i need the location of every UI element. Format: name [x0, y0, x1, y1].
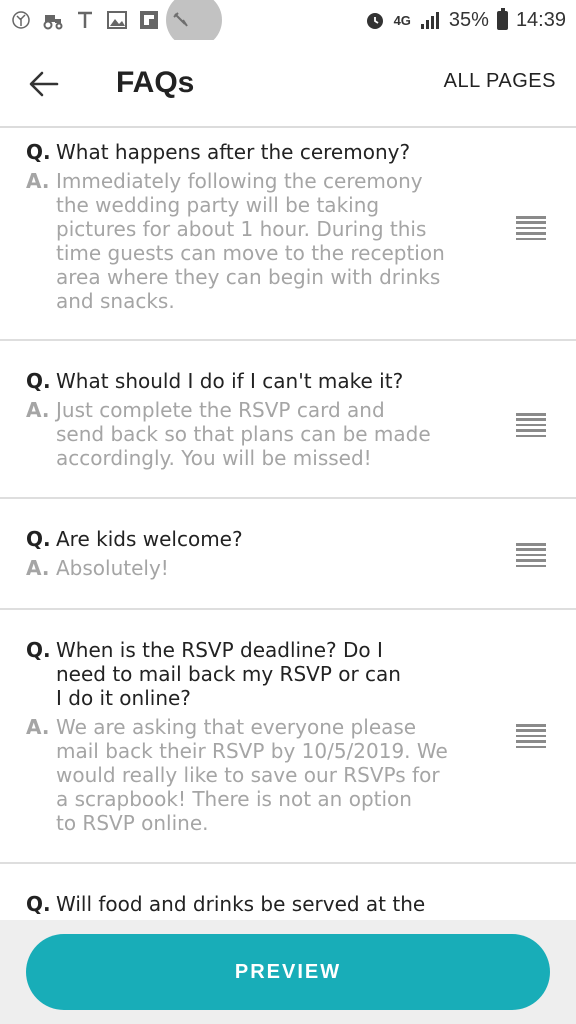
answer-line: would really like to save our RSVPs for [56, 763, 440, 787]
question-line: need to mail back my RSVP or can [56, 662, 401, 686]
drag-handle-icon[interactable] [516, 724, 546, 748]
question-prefix: Q. [26, 638, 51, 662]
status-bar-left [10, 9, 192, 31]
alarm-icon [364, 9, 386, 31]
drag-handle-icon[interactable] [516, 413, 546, 437]
battery-percent: 35% [448, 8, 489, 31]
question-line: I do it online? [56, 686, 191, 710]
page-title: FAQs [116, 66, 195, 99]
answer-prefix: A. [26, 556, 50, 580]
all-pages-button[interactable]: ALL PAGES [444, 70, 556, 93]
answer-line: Absolutely! [56, 556, 169, 580]
faq-question: Q. What happens after the ceremony? [26, 140, 476, 164]
back-button[interactable] [24, 64, 64, 104]
battery-icon [496, 7, 508, 30]
preview-button[interactable]: PREVIEW [26, 934, 550, 1010]
answer-line: mail back their RSVP by 10/5/2019. We [56, 739, 448, 763]
faq-item[interactable]: Q. What should I do if I can't make it? … [0, 341, 576, 499]
clock: 14:39 [515, 8, 566, 31]
image-icon [106, 9, 128, 31]
network-label: 4G [393, 12, 411, 28]
faq-answer: A. Just complete the RSVP card and send … [26, 398, 476, 470]
question-prefix: Q. [26, 527, 51, 551]
answer-line: area where they can begin with drinks [56, 265, 441, 289]
question-line: Will food and drinks be served at the [56, 892, 426, 916]
answer-line: pictures for about 1 hour. During this [56, 217, 427, 241]
drag-handle-icon[interactable] [516, 543, 546, 567]
bottom-bar: PREVIEW [0, 920, 576, 1024]
status-bar: 4G 35% 14:39 [0, 0, 576, 48]
answer-prefix: A. [26, 715, 50, 739]
faq-item[interactable]: Q. Will food and drinks be served at the [0, 864, 576, 920]
question-prefix: Q. [26, 369, 51, 393]
signal-icon [419, 9, 441, 31]
faq-item[interactable]: Q. Are kids welcome? A. Absolutely! [0, 499, 576, 610]
answer-prefix: A. [26, 169, 50, 193]
t-icon [74, 9, 96, 31]
faq-question: Q. Are kids welcome? [26, 527, 476, 551]
faq-question: Q. When is the RSVP deadline? Do I need … [26, 638, 476, 710]
faq-answer: A. We are asking that everyone please ma… [26, 715, 476, 835]
faq-item[interactable]: Q. What happens after the ceremony? A. I… [0, 130, 576, 341]
question-prefix: Q. [26, 892, 51, 916]
flipboard-icon [138, 9, 160, 31]
arrow-left-icon [29, 71, 59, 97]
tractor-icon [42, 9, 64, 31]
answer-line: send back so that plans can be made [56, 422, 431, 446]
answer-line: a scrapbook! There is not an option [56, 787, 412, 811]
app-bar: FAQs ALL PAGES [0, 40, 576, 128]
faq-list: Q. What happens after the ceremony? A. I… [0, 130, 576, 920]
answer-line: the wedding party will be taking [56, 193, 380, 217]
status-bar-right: 4G 35% 14:39 [364, 7, 566, 32]
question-line: What happens after the ceremony? [56, 140, 411, 164]
answer-line: Immediately following the ceremony [56, 169, 423, 193]
answer-line: to RSVP online. [56, 811, 209, 835]
faq-answer: A. Absolutely! [26, 556, 476, 580]
drag-handle-icon[interactable] [516, 216, 546, 240]
answer-prefix: A. [26, 398, 50, 422]
faq-question: Q. What should I do if I can't make it? [26, 369, 476, 393]
question-line: When is the RSVP deadline? Do I [56, 638, 383, 662]
faq-question: Q. Will food and drinks be served at the [26, 892, 476, 916]
answer-line: time guests can move to the reception [56, 241, 445, 265]
question-line: Are kids welcome? [56, 527, 243, 551]
faq-answer: A. Immediately following the ceremony th… [26, 169, 476, 313]
question-line: What should I do if I can't make it? [56, 369, 404, 393]
answer-line: Just complete the RSVP card and [56, 398, 385, 422]
question-prefix: Q. [26, 140, 51, 164]
answer-line: accordingly. You will be missed! [56, 446, 372, 470]
faq-item[interactable]: Q. When is the RSVP deadline? Do I need … [0, 610, 576, 864]
answer-line: and snacks. [56, 289, 175, 313]
tree-icon [10, 9, 32, 31]
answer-line: We are asking that everyone please [56, 715, 417, 739]
